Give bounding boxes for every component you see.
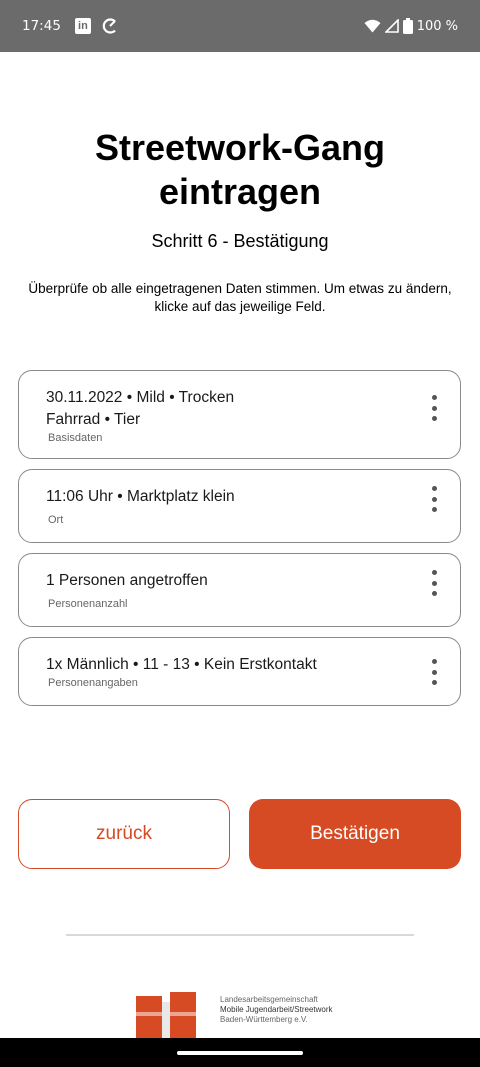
card-line1: 11:06 Uhr • Marktplatz klein: [46, 488, 235, 505]
card-caption: Personenangaben: [48, 677, 138, 689]
summary-card-basisdaten[interactable]: 30.11.2022 • Mild • Trocken Fahrrad • Ti…: [18, 370, 461, 459]
lag-logo-icon: [124, 992, 204, 1038]
card-line1: 30.11.2022 • Mild • Trocken: [46, 389, 235, 406]
navigation-bar: [0, 1038, 480, 1067]
footer-logo: Landesarbeitsgemeinschaft Mobile Jugenda…: [124, 992, 364, 1038]
card-line2: Fahrrad • Tier: [46, 411, 141, 428]
card-line1: 1x Männlich • 11 - 13 • Kein Erstkontakt: [46, 656, 317, 673]
divider: [66, 934, 414, 936]
wifi-icon: [364, 19, 381, 33]
signal-icon: [384, 19, 399, 33]
page-title: Streetwork-Gang eintragen: [0, 126, 480, 214]
summary-card-ort[interactable]: 11:06 Uhr • Marktplatz klein Ort: [18, 469, 461, 543]
linkedin-icon: in: [74, 18, 91, 34]
card-caption: Personenanzahl: [48, 598, 128, 610]
card-caption: Basisdaten: [48, 432, 103, 444]
battery-percent: 100 %: [416, 18, 458, 34]
sync-icon: [102, 18, 116, 34]
more-vert-icon[interactable]: [430, 486, 438, 512]
more-vert-icon[interactable]: [430, 570, 438, 596]
summary-card-personenangaben[interactable]: 1x Männlich • 11 - 13 • Kein Erstkontakt…: [18, 637, 461, 706]
confirm-button[interactable]: Bestätigen: [249, 799, 461, 869]
status-time: 17:45: [22, 18, 61, 34]
summary-card-personenanzahl[interactable]: 1 Personen angetroffen Personenanzahl: [18, 553, 461, 627]
more-vert-icon[interactable]: [430, 395, 438, 421]
logo-text-line2: Mobile Jugendarbeit/Streetwork: [220, 1005, 333, 1014]
step-subtitle: Schritt 6 - Bestätigung: [151, 231, 329, 251]
card-caption: Ort: [48, 514, 64, 526]
page-title-line2: eintragen: [158, 171, 322, 212]
card-line1: 1 Personen angetroffen: [46, 572, 208, 589]
back-button[interactable]: zurück: [18, 799, 230, 869]
logo-text-line1: Landesarbeitsgemeinschaft: [220, 995, 318, 1004]
page-title-line1: Streetwork-Gang: [94, 127, 386, 168]
more-vert-icon[interactable]: [430, 659, 438, 685]
intro-text: Überprüfe ob alle eingetragenen Daten st…: [28, 281, 452, 314]
status-bar: 17:45 in 100 %: [0, 0, 480, 52]
logo-text: Landesarbeitsgemeinschaft Mobile Jugenda…: [220, 995, 333, 1025]
battery-icon: [402, 18, 413, 34]
logo-text-line3: Baden-Württemberg e.V.: [220, 1015, 308, 1024]
home-gesture-handle[interactable]: [177, 1051, 303, 1055]
